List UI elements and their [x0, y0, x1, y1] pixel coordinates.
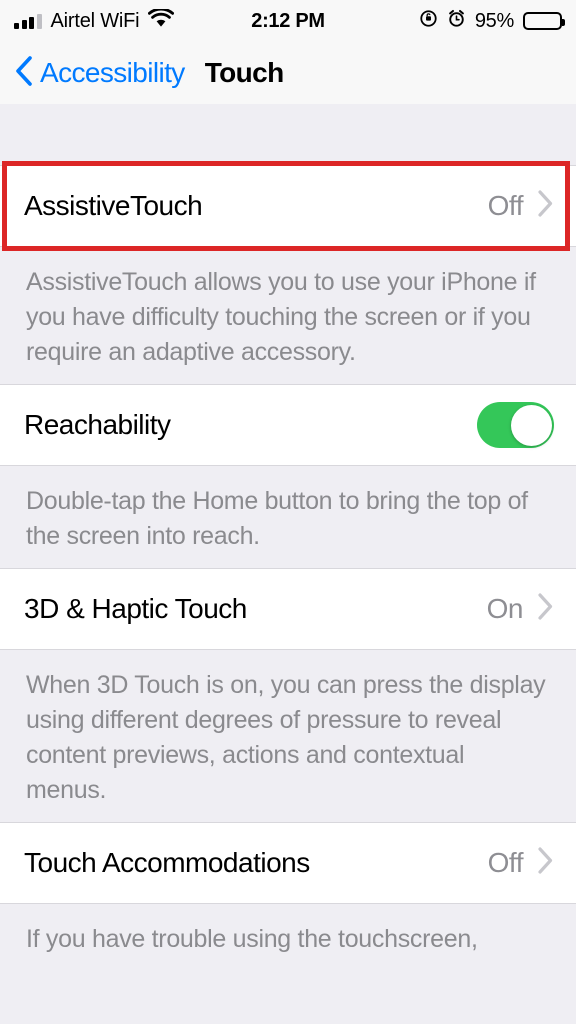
- chevron-left-icon: [14, 55, 33, 92]
- battery-percent-label: 95%: [474, 9, 514, 32]
- back-button-label: Accessibility: [40, 57, 185, 88]
- section-touch-accommodations: Touch Accommodations Off If you have tro…: [0, 822, 576, 971]
- row-label: AssistiveTouch: [24, 190, 203, 221]
- footer-3d-haptic-touch: When 3D Touch is on, you can press the d…: [26, 671, 546, 804]
- rotation-lock-icon: [419, 9, 438, 33]
- chevron-right-icon: [537, 189, 554, 223]
- footer-assistivetouch: AssistiveTouch allows you to use your iP…: [26, 268, 536, 366]
- page-title: Touch: [204, 57, 285, 88]
- alarm-clock-icon: [447, 9, 466, 33]
- navigation-bar: Accessibility Touch: [0, 42, 576, 104]
- section-3d-haptic-touch: 3D & Haptic Touch On When 3D Touch is on…: [0, 568, 576, 822]
- footer-touch-accommodations: If you have trouble using the touchscree…: [26, 925, 478, 953]
- row-label: Reachability: [24, 409, 171, 440]
- footer-reachability: Double-tap the Home button to bring the …: [26, 487, 528, 550]
- status-bar: Airtel WiFi 2:12 PM 95%: [0, 0, 576, 42]
- row-value: Off: [487, 847, 524, 878]
- chevron-right-icon: [537, 592, 554, 626]
- row-value: On: [486, 593, 524, 624]
- section-reachability: Reachability Double-tap the Home button …: [0, 384, 576, 568]
- row-reachability[interactable]: Reachability: [0, 384, 576, 466]
- status-bar-right: 95%: [419, 0, 565, 42]
- settings-list: AssistiveTouch Off AssistiveTouch allows…: [0, 104, 576, 1024]
- row-label: 3D & Haptic Touch: [24, 593, 247, 624]
- section-assistivetouch: AssistiveTouch Off AssistiveTouch allows…: [0, 161, 576, 384]
- chevron-right-icon: [537, 846, 554, 880]
- list-top-spacer: [0, 104, 576, 165]
- row-assistivetouch[interactable]: AssistiveTouch Off: [0, 165, 576, 247]
- row-label: Touch Accommodations: [24, 847, 310, 878]
- row-touch-accommodations[interactable]: Touch Accommodations Off: [0, 822, 576, 904]
- battery-icon: [523, 12, 565, 30]
- back-button[interactable]: Accessibility: [14, 55, 185, 92]
- row-3d-haptic-touch[interactable]: 3D & Haptic Touch On: [0, 568, 576, 650]
- row-value: Off: [487, 190, 524, 221]
- reachability-toggle[interactable]: [477, 402, 554, 448]
